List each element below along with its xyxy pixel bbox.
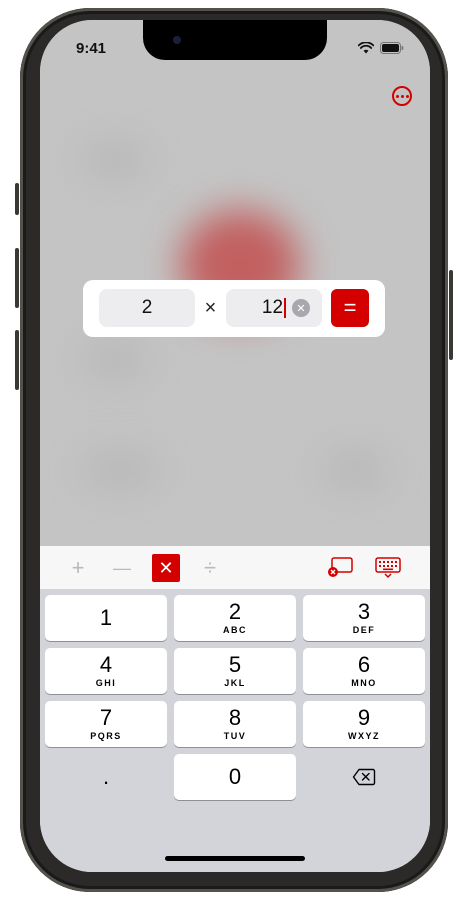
backspace-key[interactable] bbox=[303, 754, 425, 800]
operand-a-value: 2 bbox=[141, 297, 153, 318]
clear-board-button[interactable] bbox=[325, 554, 355, 580]
numeric-keypad: 1 2 ABC 3 DEF 4 GHI 5 JKL 6 MNO 7 PQRS 8… bbox=[40, 589, 430, 872]
key-letters: MNO bbox=[351, 678, 377, 688]
home-indicator[interactable] bbox=[165, 856, 305, 861]
key-letters: DEF bbox=[352, 625, 376, 635]
key-digit: 9 bbox=[357, 705, 371, 730]
device-volume-up bbox=[15, 248, 19, 308]
more-options-button[interactable] bbox=[392, 86, 412, 106]
more-dot bbox=[395, 94, 399, 98]
blurred-shape bbox=[80, 340, 150, 380]
key-6[interactable]: 6 MNO bbox=[303, 648, 425, 694]
clear-board-icon bbox=[328, 557, 353, 577]
key-digit: 7 bbox=[99, 705, 113, 730]
backspace-icon bbox=[352, 768, 376, 786]
key-letters: GHI bbox=[95, 678, 117, 688]
key-decimal[interactable]: . bbox=[45, 754, 167, 800]
front-camera bbox=[173, 36, 181, 44]
battery-icon bbox=[380, 42, 404, 54]
key-7[interactable]: 7 PQRS bbox=[45, 701, 167, 747]
operator-symbol: × bbox=[204, 296, 217, 319]
wifi-icon bbox=[358, 42, 374, 54]
key-letters: JKL bbox=[224, 678, 246, 688]
key-digit: 0 bbox=[228, 764, 242, 789]
key-letters: ABC bbox=[223, 625, 247, 635]
screen: 9:41 2 × 12 ✕ = + — ✕ ÷ 1 2 ABC 3 DEF 4 … bbox=[40, 20, 430, 872]
multiply-operator-button[interactable]: ✕ bbox=[152, 554, 180, 582]
key-0[interactable]: 0 bbox=[174, 754, 296, 800]
operator-toolbar: + — ✕ ÷ bbox=[40, 546, 430, 589]
status-icons bbox=[358, 42, 404, 54]
key-1[interactable]: 1 bbox=[45, 595, 167, 641]
status-time: 9:41 bbox=[76, 40, 107, 57]
key-3[interactable]: 3 DEF bbox=[303, 595, 425, 641]
more-dot bbox=[405, 94, 409, 98]
keyboard-toggle-button[interactable] bbox=[373, 554, 403, 580]
key-8[interactable]: 8 TUV bbox=[174, 701, 296, 747]
key-digit: 3 bbox=[357, 599, 371, 624]
blurred-shape bbox=[320, 450, 390, 490]
key-digit: 8 bbox=[228, 705, 242, 730]
key-5[interactable]: 5 JKL bbox=[174, 648, 296, 694]
divide-operator-button[interactable]: ÷ bbox=[196, 554, 224, 582]
blurred-shape bbox=[80, 450, 160, 490]
clear-icon: ✕ bbox=[296, 302, 306, 315]
key-digit: 4 bbox=[99, 652, 113, 677]
key-letters: WXYZ bbox=[348, 731, 380, 741]
key-letters: PQRS bbox=[90, 731, 122, 741]
equation-card: 2 × 12 ✕ = bbox=[83, 280, 385, 337]
operand-b-value: 12 bbox=[261, 297, 284, 318]
keyboard-icon bbox=[375, 557, 401, 579]
key-digit: 2 bbox=[228, 599, 242, 624]
key-letters: TUV bbox=[223, 731, 247, 741]
device-volume-down bbox=[15, 330, 19, 390]
key-4[interactable]: 4 GHI bbox=[45, 648, 167, 694]
operand-b-field[interactable]: 12 ✕ bbox=[226, 289, 322, 327]
minus-operator-button[interactable]: — bbox=[108, 554, 136, 582]
blurred-shape bbox=[80, 140, 150, 180]
key-digit: 1 bbox=[99, 605, 113, 630]
notch bbox=[143, 20, 327, 60]
device-side-button bbox=[15, 183, 19, 215]
more-dot bbox=[400, 94, 404, 98]
clear-field-button[interactable]: ✕ bbox=[292, 299, 310, 317]
operand-a-field[interactable]: 2 bbox=[99, 289, 195, 327]
key-9[interactable]: 9 WXYZ bbox=[303, 701, 425, 747]
plus-operator-button[interactable]: + bbox=[64, 554, 92, 582]
equals-button[interactable]: = bbox=[331, 289, 369, 327]
key-digit: 5 bbox=[228, 652, 242, 677]
device-power-button bbox=[449, 270, 453, 360]
text-caret bbox=[284, 298, 287, 318]
key-digit: 6 bbox=[357, 652, 371, 677]
key-digit: . bbox=[102, 764, 110, 789]
key-2[interactable]: 2 ABC bbox=[174, 595, 296, 641]
